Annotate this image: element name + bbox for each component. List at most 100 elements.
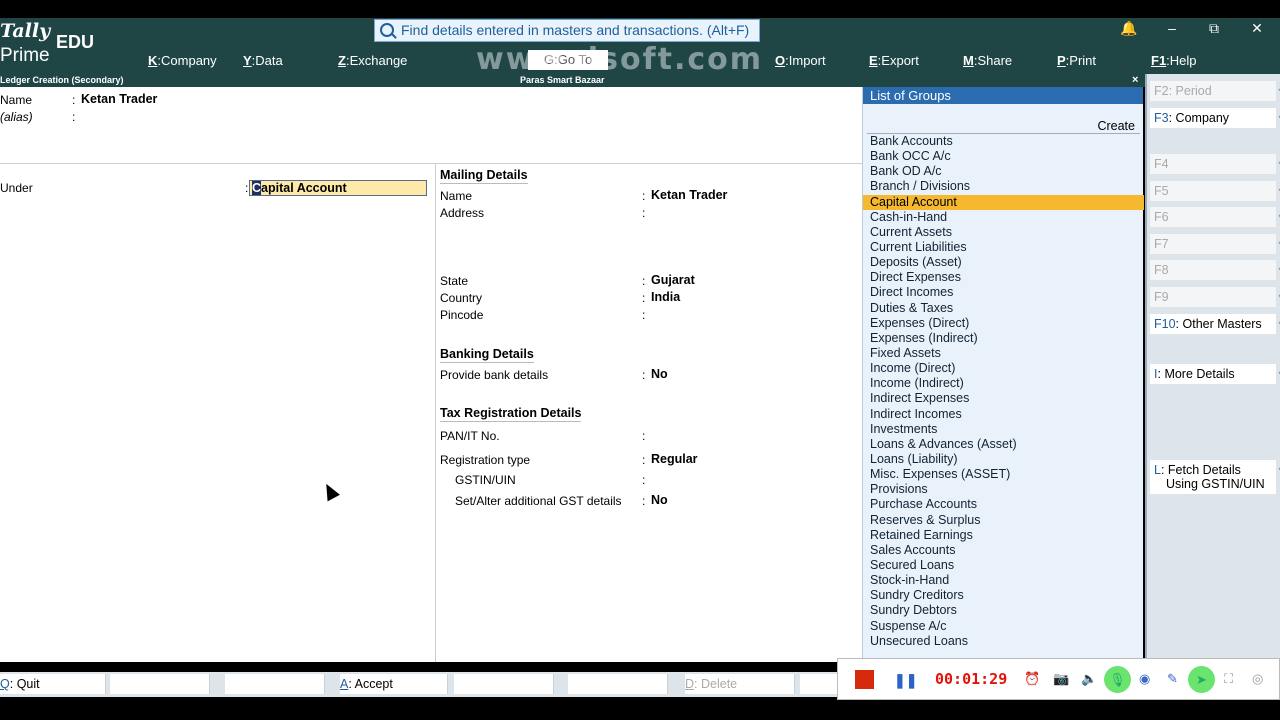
alarm-icon[interactable]: ⏰ [1024,671,1040,687]
screen-title-bar: Ledger Creation (Secondary) Paras Smart … [0,74,1145,87]
stop-recording-button[interactable] [855,670,874,689]
mailing-details-heading: Mailing Details [440,168,528,184]
group-list-item[interactable]: Loans (Liability) [863,452,1144,467]
group-list-item[interactable]: Indirect Expenses [863,391,1144,406]
search-icon [380,23,394,37]
group-list-item[interactable]: Deposits (Asset) [863,255,1144,270]
button-f9[interactable]: F9 [1150,287,1280,307]
country-field[interactable]: India [651,290,680,304]
registration-type-field[interactable]: Regular [651,452,698,466]
button-f3[interactable]: F3: Company [1150,108,1280,128]
group-list-item[interactable]: Stock-in-Hand [863,573,1144,588]
group-list-item[interactable]: Misc. Expenses (ASSET) [863,467,1144,482]
group-list-item[interactable]: Bank OD A/c [863,164,1144,179]
fullscreen-icon[interactable]: ⛶ [1224,671,1233,687]
group-list-item[interactable]: Expenses (Indirect) [863,331,1144,346]
edu-label: EDU [56,32,95,52]
group-list-item[interactable]: Retained Earnings [863,528,1144,543]
menu-company[interactable]: K:Company [148,53,217,68]
list-title: List of Groups [863,87,1143,104]
camera-icon[interactable]: 📷 [1053,671,1069,687]
group-list-item[interactable]: Secured Loans [863,558,1144,573]
pen-icon[interactable]: ✎ [1167,671,1178,687]
minimize-icon[interactable]: – [1162,20,1182,36]
accept-button[interactable]: A: Accept [340,674,448,694]
colon: : [642,308,646,322]
screen-recorder-toolbar: ❚❚ 00:01:29 ⏰ 📷 🔈 🎙 ◉ ✎ ➤ ⛶ ◎ [837,658,1280,700]
speaker-icon[interactable]: 🔈 [1081,671,1097,687]
button-f5[interactable]: F5 [1150,181,1280,201]
mailing-name-label: Name [440,189,473,203]
group-list-item[interactable]: Direct Incomes [863,285,1144,300]
group-list-item[interactable]: Branch / Divisions [863,179,1144,194]
pause-icon[interactable]: ❚❚ [894,672,917,689]
group-list-item[interactable]: Sundry Creditors [863,588,1144,603]
group-list-item[interactable]: Bank Accounts [863,134,1144,149]
screen-title: Ledger Creation (Secondary) [0,75,124,85]
close-icon[interactable]: ✕ [1247,20,1267,37]
button-f7[interactable]: F7 [1150,234,1280,254]
menu-print[interactable]: P:Print [1057,53,1096,68]
eye-icon[interactable]: ◎ [1252,671,1263,687]
ledger-form: Name : Ketan Trader (alias) : Under : Ca… [0,87,862,662]
provide-bank-field[interactable]: No [651,367,668,381]
group-list-item[interactable]: Sales Accounts [863,543,1144,558]
group-list-item[interactable]: Sundry Debtors [863,603,1144,618]
restore-icon[interactable]: ⧉ [1204,20,1224,37]
notification-bell-icon[interactable]: 🔔 [1119,20,1139,37]
gst-details-field[interactable]: No [651,493,668,507]
group-list-item[interactable]: Provisions [863,482,1144,497]
group-list-item[interactable]: Fixed Assets [863,346,1144,361]
group-list-item[interactable]: Capital Account [863,194,1144,210]
button-f6[interactable]: F6 [1150,207,1280,227]
button-i[interactable]: I: More Details [1150,364,1280,384]
close-screen-icon[interactable]: × [1132,74,1138,87]
divider [435,164,436,662]
menu-help[interactable]: F1:Help [1151,53,1197,68]
group-list-item[interactable]: Purchase Accounts [863,497,1144,512]
menu-data[interactable]: Y:Data [243,53,283,68]
group-list-item[interactable]: Direct Expenses [863,270,1144,285]
colon: : [642,368,646,382]
state-field[interactable]: Gujarat [651,273,695,287]
delete-button[interactable]: D: Delete [685,674,795,694]
country-label: Country [440,291,483,305]
group-list-item[interactable]: Income (Direct) [863,361,1144,376]
button-f4[interactable]: F4 [1150,154,1280,174]
group-list-item[interactable]: Indirect Incomes [863,407,1144,422]
button-f2[interactable]: F2: Period [1150,81,1280,101]
group-list-item[interactable]: Cash-in-Hand [863,210,1144,225]
webcam-icon[interactable]: ◉ [1139,671,1150,687]
group-list-item[interactable]: Unsecured Loans [863,634,1144,649]
menu-exchange[interactable]: Z:Exchange [338,53,407,68]
menu-export[interactable]: E:Export [869,53,919,68]
button-f8[interactable]: F8 [1150,260,1280,280]
menu-import[interactable]: O:Import [775,53,826,68]
group-list-item[interactable]: Expenses (Direct) [863,316,1144,331]
divider [0,163,862,164]
under-group-field[interactable]: Capital Account [249,180,427,196]
create-group-button[interactable]: Create [1097,119,1135,133]
tax-registration-heading: Tax Registration Details [440,406,582,422]
group-list-item[interactable]: Investments [863,422,1144,437]
gst-details-label: Set/Alter additional GST details [455,494,622,508]
group-list-item[interactable]: Income (Indirect) [863,376,1144,391]
menu-share[interactable]: M:Share [963,53,1012,68]
button-l[interactable]: L: Fetch Details Using GSTIN/UIN [1150,460,1280,494]
group-list-item[interactable]: Current Assets [863,225,1144,240]
quit-button[interactable]: Q: Quit [0,674,106,694]
group-list-item[interactable]: Bank OCC A/c [863,149,1144,164]
microphone-icon[interactable]: 🎙 [1104,666,1131,693]
group-list-item[interactable]: Duties & Taxes [863,301,1144,316]
group-list-item[interactable]: Current Liabilities [863,240,1144,255]
group-list-item[interactable]: Suspense A/c [863,619,1144,634]
group-list-item[interactable]: Loans & Advances (Asset) [863,437,1144,452]
mouse-cursor-icon [321,482,339,500]
cursor-highlight-icon[interactable]: ➤ [1188,666,1215,693]
search-input[interactable]: Find details entered in masters and tran… [374,19,760,42]
ledger-name-field[interactable]: Ketan Trader [81,92,157,106]
under-label: Under [0,181,33,195]
button-f10[interactable]: F10: Other Masters [1150,314,1280,334]
group-list-item[interactable]: Reserves & Surplus [863,513,1144,528]
mailing-name-field[interactable]: Ketan Trader [651,188,727,202]
